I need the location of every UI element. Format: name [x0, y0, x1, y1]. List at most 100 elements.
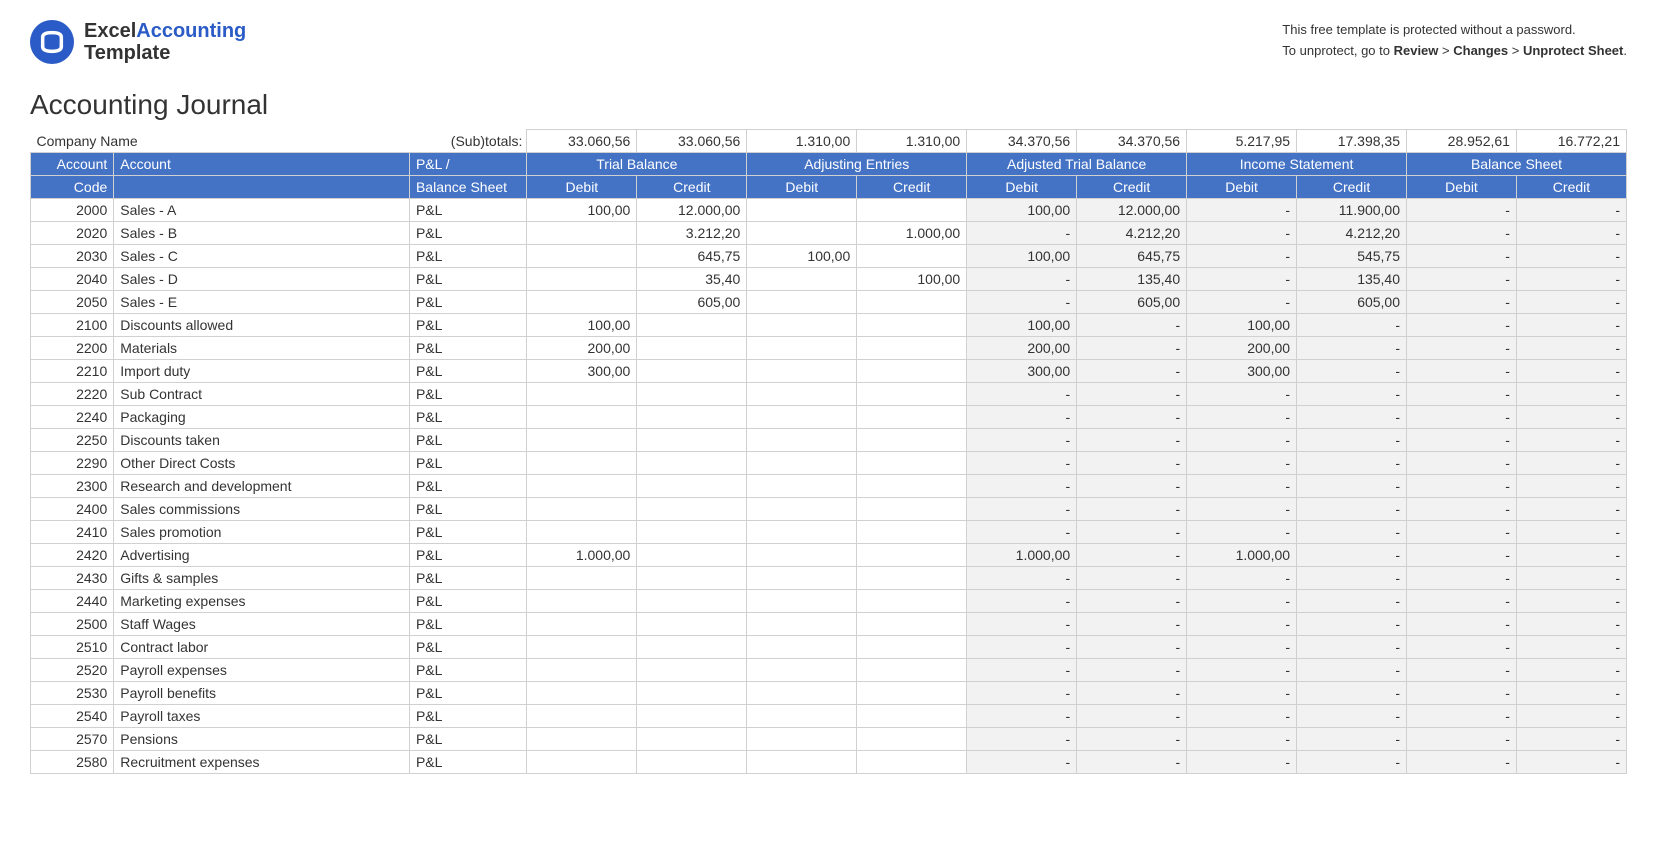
- account-code-cell[interactable]: 2420: [31, 544, 114, 567]
- adjust-debit-cell[interactable]: [747, 544, 857, 567]
- account-type-cell[interactable]: P&L: [409, 406, 526, 429]
- trial-credit-cell[interactable]: [637, 544, 747, 567]
- adjust-credit-cell[interactable]: [857, 567, 967, 590]
- trial-credit-cell[interactable]: [637, 452, 747, 475]
- adjust-debit-cell[interactable]: [747, 452, 857, 475]
- account-type-cell[interactable]: P&L: [409, 383, 526, 406]
- trial-credit-cell[interactable]: [637, 429, 747, 452]
- trial-debit-cell[interactable]: [527, 222, 637, 245]
- account-type-cell[interactable]: P&L: [409, 222, 526, 245]
- trial-debit-cell[interactable]: [527, 659, 637, 682]
- trial-credit-cell[interactable]: [637, 636, 747, 659]
- account-type-cell[interactable]: P&L: [409, 659, 526, 682]
- account-name-cell[interactable]: Materials: [114, 337, 410, 360]
- adjust-credit-cell[interactable]: [857, 291, 967, 314]
- adjust-debit-cell[interactable]: [747, 498, 857, 521]
- trial-credit-cell[interactable]: [637, 383, 747, 406]
- adjust-credit-cell[interactable]: [857, 544, 967, 567]
- adjust-credit-cell[interactable]: [857, 406, 967, 429]
- account-name-cell[interactable]: Advertising: [114, 544, 410, 567]
- adjust-debit-cell[interactable]: [747, 613, 857, 636]
- trial-credit-cell[interactable]: [637, 705, 747, 728]
- account-code-cell[interactable]: 2580: [31, 751, 114, 774]
- adjust-debit-cell[interactable]: [747, 222, 857, 245]
- account-name-cell[interactable]: Sales - C: [114, 245, 410, 268]
- trial-credit-cell[interactable]: [637, 337, 747, 360]
- trial-debit-cell[interactable]: [527, 521, 637, 544]
- account-type-cell[interactable]: P&L: [409, 291, 526, 314]
- account-code-cell[interactable]: 2000: [31, 199, 114, 222]
- trial-debit-cell[interactable]: [527, 383, 637, 406]
- trial-debit-cell[interactable]: [527, 567, 637, 590]
- account-name-cell[interactable]: Sales promotion: [114, 521, 410, 544]
- account-code-cell[interactable]: 2510: [31, 636, 114, 659]
- trial-debit-cell[interactable]: [527, 613, 637, 636]
- account-code-cell[interactable]: 2530: [31, 682, 114, 705]
- adjust-credit-cell[interactable]: [857, 360, 967, 383]
- account-name-cell[interactable]: Packaging: [114, 406, 410, 429]
- account-type-cell[interactable]: P&L: [409, 199, 526, 222]
- account-name-cell[interactable]: Sales commissions: [114, 498, 410, 521]
- account-name-cell[interactable]: Discounts taken: [114, 429, 410, 452]
- account-code-cell[interactable]: 2290: [31, 452, 114, 475]
- trial-credit-cell[interactable]: [637, 521, 747, 544]
- account-name-cell[interactable]: Sub Contract: [114, 383, 410, 406]
- account-code-cell[interactable]: 2210: [31, 360, 114, 383]
- account-type-cell[interactable]: P&L: [409, 751, 526, 774]
- adjust-credit-cell[interactable]: [857, 383, 967, 406]
- adjust-credit-cell[interactable]: [857, 475, 967, 498]
- trial-debit-cell[interactable]: [527, 682, 637, 705]
- trial-debit-cell[interactable]: [527, 705, 637, 728]
- adjust-credit-cell[interactable]: [857, 728, 967, 751]
- trial-debit-cell[interactable]: [527, 590, 637, 613]
- account-type-cell[interactable]: P&L: [409, 590, 526, 613]
- adjust-debit-cell[interactable]: [747, 682, 857, 705]
- adjust-debit-cell[interactable]: [747, 751, 857, 774]
- adjust-debit-cell[interactable]: [747, 636, 857, 659]
- trial-credit-cell[interactable]: 645,75: [637, 245, 747, 268]
- trial-debit-cell[interactable]: [527, 291, 637, 314]
- adjust-credit-cell[interactable]: 1.000,00: [857, 222, 967, 245]
- adjust-credit-cell[interactable]: [857, 498, 967, 521]
- account-code-cell[interactable]: 2220: [31, 383, 114, 406]
- account-code-cell[interactable]: 2540: [31, 705, 114, 728]
- account-name-cell[interactable]: Sales - E: [114, 291, 410, 314]
- trial-debit-cell[interactable]: [527, 636, 637, 659]
- account-type-cell[interactable]: P&L: [409, 682, 526, 705]
- trial-credit-cell[interactable]: [637, 682, 747, 705]
- trial-debit-cell[interactable]: [527, 406, 637, 429]
- trial-credit-cell[interactable]: [637, 360, 747, 383]
- account-name-cell[interactable]: Payroll expenses: [114, 659, 410, 682]
- adjust-credit-cell[interactable]: [857, 452, 967, 475]
- account-name-cell[interactable]: Staff Wages: [114, 613, 410, 636]
- adjust-debit-cell[interactable]: [747, 475, 857, 498]
- account-name-cell[interactable]: Discounts allowed: [114, 314, 410, 337]
- account-type-cell[interactable]: P&L: [409, 360, 526, 383]
- account-type-cell[interactable]: P&L: [409, 429, 526, 452]
- trial-credit-cell[interactable]: 3.212,20: [637, 222, 747, 245]
- account-code-cell[interactable]: 2570: [31, 728, 114, 751]
- adjust-debit-cell[interactable]: [747, 406, 857, 429]
- adjust-credit-cell[interactable]: [857, 590, 967, 613]
- adjust-credit-cell[interactable]: [857, 337, 967, 360]
- trial-debit-cell[interactable]: 1.000,00: [527, 544, 637, 567]
- account-name-cell[interactable]: Sales - A: [114, 199, 410, 222]
- account-type-cell[interactable]: P&L: [409, 452, 526, 475]
- account-code-cell[interactable]: 2040: [31, 268, 114, 291]
- adjust-debit-cell[interactable]: [747, 314, 857, 337]
- trial-credit-cell[interactable]: [637, 567, 747, 590]
- company-name-cell[interactable]: Company Name: [31, 130, 410, 153]
- adjust-debit-cell[interactable]: [747, 567, 857, 590]
- account-code-cell[interactable]: 2440: [31, 590, 114, 613]
- trial-credit-cell[interactable]: 605,00: [637, 291, 747, 314]
- trial-credit-cell[interactable]: 12.000,00: [637, 199, 747, 222]
- trial-credit-cell[interactable]: [637, 613, 747, 636]
- account-type-cell[interactable]: P&L: [409, 567, 526, 590]
- adjust-debit-cell[interactable]: 100,00: [747, 245, 857, 268]
- account-name-cell[interactable]: Recruitment expenses: [114, 751, 410, 774]
- account-code-cell[interactable]: 2400: [31, 498, 114, 521]
- account-code-cell[interactable]: 2430: [31, 567, 114, 590]
- trial-debit-cell[interactable]: 100,00: [527, 199, 637, 222]
- account-code-cell[interactable]: 2410: [31, 521, 114, 544]
- account-type-cell[interactable]: P&L: [409, 613, 526, 636]
